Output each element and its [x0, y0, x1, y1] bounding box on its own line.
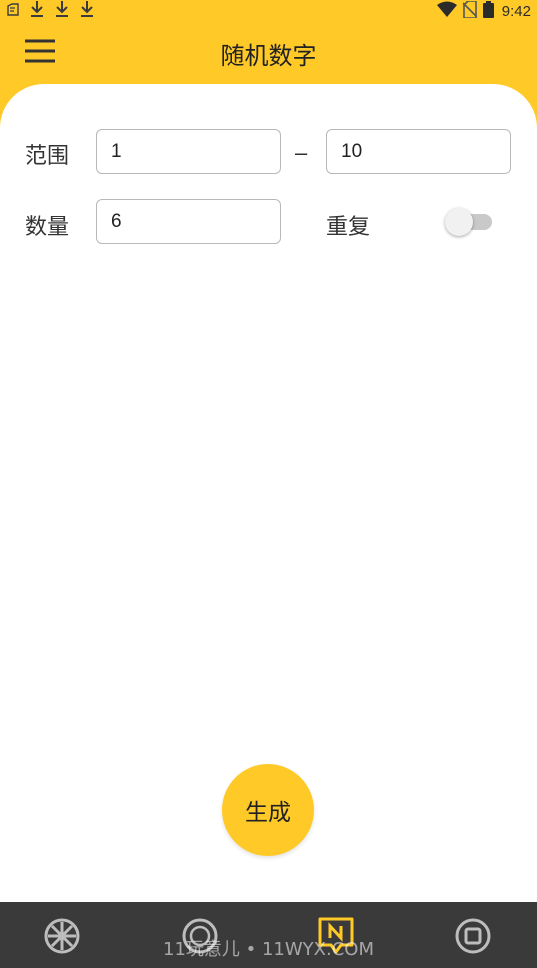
repeat-toggle[interactable]: [444, 206, 496, 236]
generate-button[interactable]: 生成: [222, 764, 314, 856]
bottom-nav: [0, 902, 537, 968]
repeat-label: 重复: [326, 215, 371, 240]
generate-label: 生成: [245, 800, 291, 826]
range-min-value: 1: [111, 140, 122, 162]
status-right: 9:42: [436, 0, 531, 22]
stop-icon: [454, 917, 492, 959]
page-title: 随机数字: [220, 42, 317, 70]
download-icon: [79, 0, 95, 22]
range-separator: –: [295, 140, 308, 165]
notification-icon: [6, 2, 20, 21]
number-tag-icon: [317, 916, 355, 960]
range-label: 范围: [25, 144, 70, 169]
nav-item-wheel[interactable]: [42, 918, 82, 958]
count-value: 6: [111, 210, 122, 232]
download-icon: [54, 0, 70, 22]
count-label: 数量: [25, 215, 70, 240]
wheel-icon: [43, 917, 81, 959]
nav-item-number[interactable]: [316, 916, 356, 960]
download-icon: [29, 0, 45, 22]
coin-icon: [181, 917, 219, 959]
wifi-icon: [436, 1, 457, 21]
app-bar: 随机数字: [0, 22, 537, 84]
battery-icon: [482, 0, 494, 22]
no-sim-icon: [462, 0, 478, 22]
nav-item-stop[interactable]: [453, 918, 493, 958]
range-min-input[interactable]: 1: [96, 129, 281, 174]
status-bar: 9:42: [0, 0, 537, 22]
count-input[interactable]: 6: [96, 199, 281, 244]
range-max-value: 10: [341, 140, 363, 162]
status-time: 9:42: [501, 2, 531, 20]
status-left: [6, 0, 95, 22]
toggle-thumb: [445, 208, 473, 236]
nav-item-coin[interactable]: [180, 918, 220, 958]
range-max-input[interactable]: 10: [326, 129, 511, 174]
